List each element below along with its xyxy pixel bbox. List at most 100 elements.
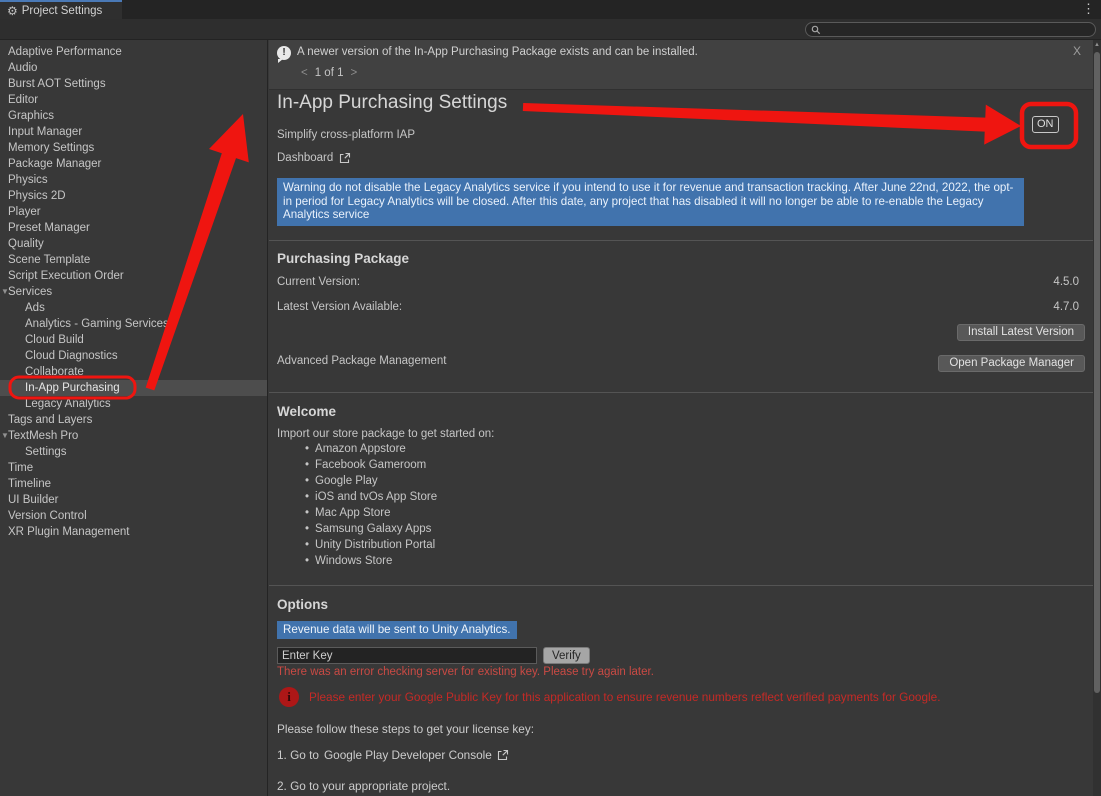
sidebar-item-physics[interactable]: Physics: [0, 172, 267, 188]
sidebar-item-burst-aot-settings[interactable]: Burst AOT Settings: [0, 76, 267, 92]
subtitle: Simplify cross-platform IAP: [277, 129, 415, 141]
sidebar-item-label: Cloud Diagnostics: [0, 350, 118, 362]
install-latest-version-button[interactable]: Install Latest Version: [957, 324, 1085, 341]
server-error-text: There was an error checking server for e…: [277, 666, 654, 678]
sidebar-item-ui-builder[interactable]: UI Builder: [0, 492, 267, 508]
vertical-scrollbar[interactable]: ▲: [1093, 40, 1101, 796]
kebab-menu-icon[interactable]: ⋮: [1082, 1, 1095, 17]
sidebar-item-label: Adaptive Performance: [0, 46, 122, 58]
pager-prev-button[interactable]: <: [301, 67, 308, 79]
scrollbar-thumb[interactable]: [1094, 52, 1100, 693]
sidebar-item-memory-settings[interactable]: Memory Settings: [0, 140, 267, 156]
sidebar-item-legacy-analytics[interactable]: Legacy Analytics: [0, 396, 267, 412]
pager-count: 1 of 1: [315, 67, 344, 79]
welcome-intro: Import our store package to get started …: [277, 428, 494, 440]
step1-prefix: 1. Go to: [277, 748, 319, 762]
foldout-open-icon[interactable]: ▼: [1, 288, 9, 296]
console-message-icon: !: [277, 46, 291, 60]
key-input[interactable]: [277, 647, 537, 664]
sidebar-item-label: XR Plugin Management: [0, 526, 129, 538]
open-package-manager-button[interactable]: Open Package Manager: [938, 355, 1085, 372]
sidebar-item-label: Input Manager: [0, 126, 82, 138]
sidebar-item-label: Player: [0, 206, 41, 218]
current-version-label: Current Version:: [277, 276, 360, 288]
iap-toggle-on-button[interactable]: ON: [1032, 116, 1059, 133]
sidebar-item-label: Burst AOT Settings: [0, 78, 106, 90]
external-link-icon: [339, 152, 351, 164]
sidebar-item-label: Settings: [0, 446, 67, 458]
steps-intro: Please follow these steps to get your li…: [277, 722, 534, 736]
external-link-icon: [497, 749, 509, 761]
search-field[interactable]: [805, 22, 1096, 37]
sidebar-item-analytics-gaming-services[interactable]: Analytics - Gaming Services: [0, 316, 267, 332]
sidebar-item-label: Legacy Analytics: [0, 398, 111, 410]
scrollbar-up-arrow-icon[interactable]: ▲: [1093, 42, 1101, 48]
sidebar-item-settings[interactable]: Settings: [0, 444, 267, 460]
sidebar-item-timeline[interactable]: Timeline: [0, 476, 267, 492]
sidebar-item-cloud-diagnostics[interactable]: Cloud Diagnostics: [0, 348, 267, 364]
sidebar-item-cloud-build[interactable]: Cloud Build: [0, 332, 267, 348]
step-1: 1. Go to Google Play Developer Console: [277, 748, 509, 762]
sidebar-item-quality[interactable]: Quality: [0, 236, 267, 252]
analytics-note: Revenue data will be sent to Unity Analy…: [277, 621, 517, 639]
sidebar-item-version-control[interactable]: Version Control: [0, 508, 267, 524]
sidebar-item-in-app-purchasing[interactable]: In-App Purchasing: [0, 380, 267, 396]
store-item: Unity Distribution Portal: [305, 537, 437, 553]
tab-title: Project Settings: [22, 5, 103, 17]
sidebar-item-label: Tags and Layers: [0, 414, 92, 426]
store-item: Samsung Galaxy Apps: [305, 521, 437, 537]
advanced-package-management-label: Advanced Package Management: [277, 355, 446, 367]
settings-sidebar: Adaptive Performance Audio Burst AOT Setti…: [0, 40, 268, 796]
google-play-console-link[interactable]: Google Play Developer Console: [324, 748, 492, 762]
store-item: iOS and tvOs App Store: [305, 489, 437, 505]
divider: [269, 392, 1093, 393]
divider: [269, 585, 1093, 586]
error-info-icon: i: [279, 687, 299, 707]
sidebar-item-scene-template[interactable]: Scene Template: [0, 252, 267, 268]
welcome-heading: Welcome: [277, 404, 336, 419]
divider: [269, 240, 1093, 241]
sidebar-item-editor[interactable]: Editor: [0, 92, 267, 108]
sidebar-item-graphics[interactable]: Graphics: [0, 108, 267, 124]
sidebar-item-player[interactable]: Player: [0, 204, 267, 220]
legacy-analytics-warning: Warning do not disable the Legacy Analyt…: [277, 178, 1024, 226]
sidebar-item-ads[interactable]: Ads: [0, 300, 267, 316]
sidebar-list: Adaptive Performance Audio Burst AOT Setti…: [0, 44, 267, 540]
sidebar-item-preset-manager[interactable]: Preset Manager: [0, 220, 267, 236]
store-item: Google Play: [305, 473, 437, 489]
page-title: In-App Purchasing Settings: [277, 92, 507, 114]
foldout-open-icon[interactable]: ▼: [1, 432, 9, 440]
main-panel: ! A newer version of the In-App Purchasi…: [269, 40, 1101, 796]
pager-next-button[interactable]: >: [351, 67, 358, 79]
sidebar-item-script-execution-order[interactable]: Script Execution Order: [0, 268, 267, 284]
options-heading: Options: [277, 597, 328, 612]
sidebar-item-label: Physics 2D: [0, 190, 66, 202]
sidebar-item-time[interactable]: Time: [0, 460, 267, 476]
sidebar-item-label: Analytics - Gaming Services: [0, 318, 169, 330]
sidebar-item-adaptive-performance[interactable]: Adaptive Performance: [0, 44, 267, 60]
sidebar-item-label: Graphics: [0, 110, 54, 122]
sidebar-item-label: Collaborate: [0, 366, 84, 378]
close-icon[interactable]: X: [1073, 44, 1081, 58]
sidebar-item-textmesh-pro[interactable]: ▼TextMesh Pro: [0, 428, 267, 444]
tab-bar: ⚙ Project Settings ⋮: [0, 0, 1101, 19]
tab-project-settings[interactable]: ⚙ Project Settings: [0, 0, 122, 19]
sidebar-item-label: Script Execution Order: [0, 270, 124, 282]
sidebar-item-label: Audio: [0, 62, 37, 74]
gear-icon: ⚙: [7, 5, 18, 17]
sidebar-item-package-manager[interactable]: Package Manager: [0, 156, 267, 172]
sidebar-item-collaborate[interactable]: Collaborate: [0, 364, 267, 380]
sidebar-item-label: Time: [0, 462, 33, 474]
sidebar-item-tags-and-layers[interactable]: Tags and Layers: [0, 412, 267, 428]
sidebar-item-label: Package Manager: [0, 158, 101, 170]
current-version-value: 4.5.0: [1053, 276, 1079, 288]
verify-button[interactable]: Verify: [543, 647, 590, 664]
sidebar-item-xr-plugin-management[interactable]: XR Plugin Management: [0, 524, 267, 540]
sidebar-item-label: In-App Purchasing: [0, 382, 120, 394]
search-input[interactable]: [825, 24, 1095, 36]
dashboard-link[interactable]: Dashboard: [277, 152, 351, 164]
sidebar-item-physics-2d[interactable]: Physics 2D: [0, 188, 267, 204]
sidebar-item-audio[interactable]: Audio: [0, 60, 267, 76]
sidebar-item-services[interactable]: ▼Services: [0, 284, 267, 300]
sidebar-item-input-manager[interactable]: Input Manager: [0, 124, 267, 140]
